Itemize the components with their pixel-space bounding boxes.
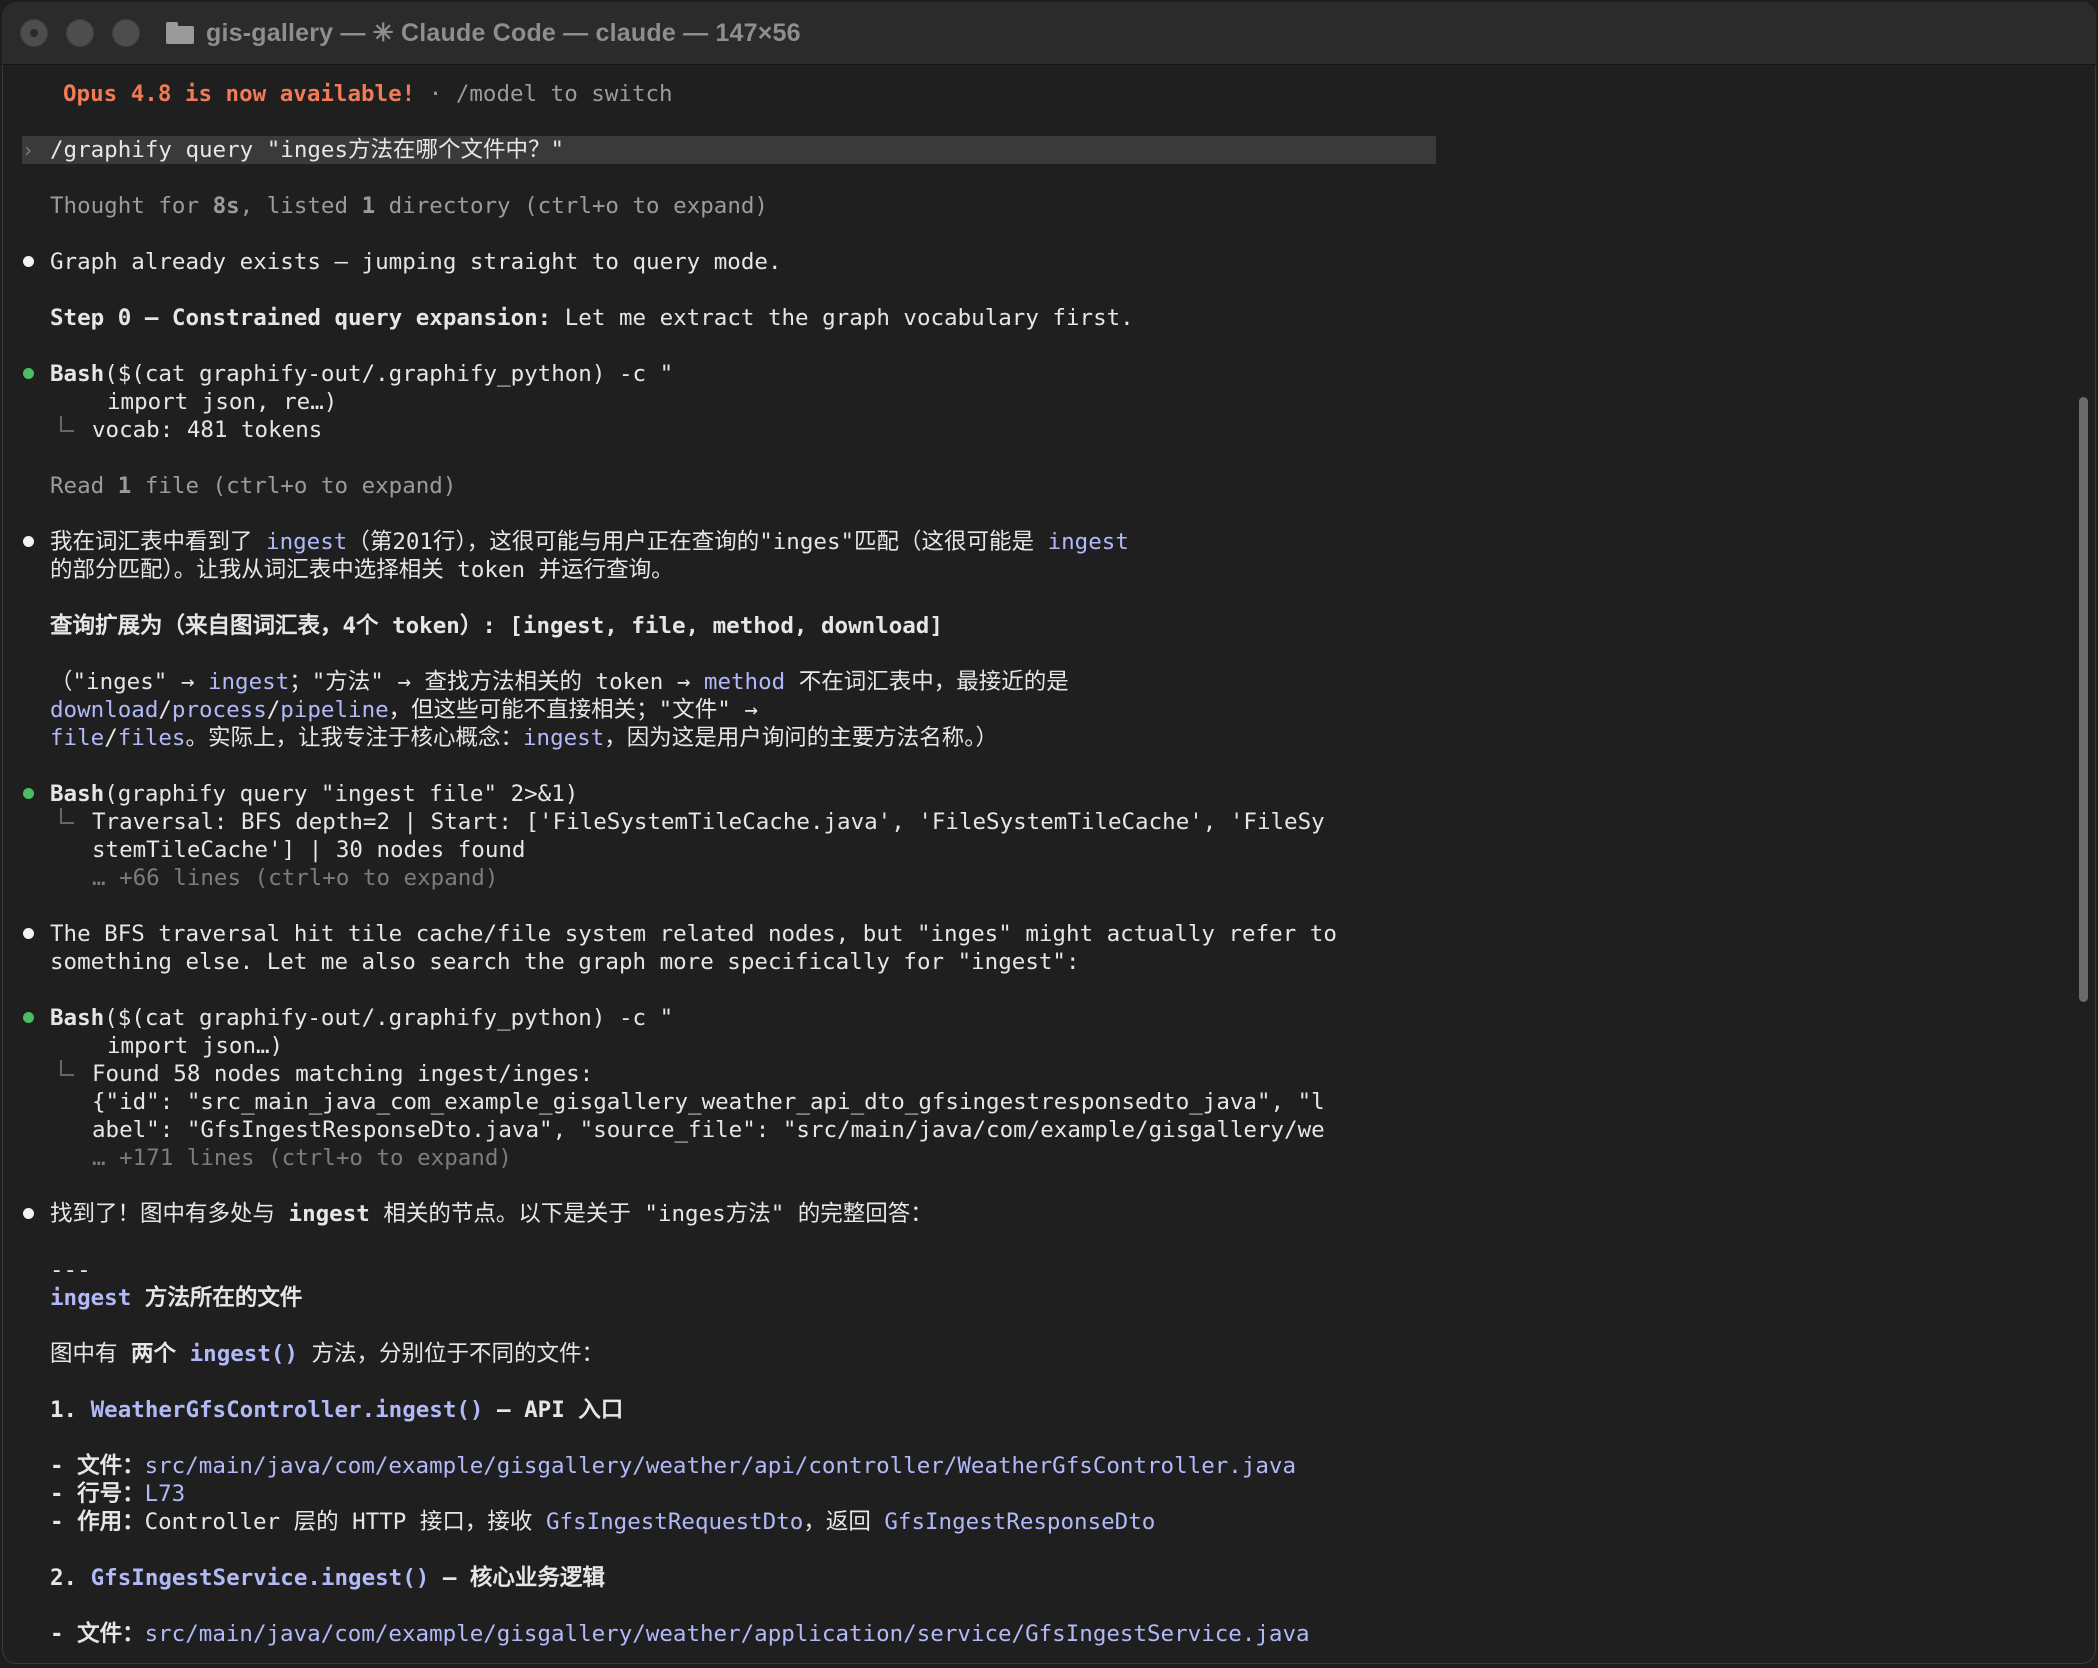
- expand-hint[interactable]: … +171 lines (ctrl+o to expand): [92, 1144, 512, 1172]
- bash-output-3-line-2: {"id": "src_main_java_com_example_gisgal…: [92, 1089, 1325, 1115]
- prompt-chevron-icon: ›: [22, 138, 35, 162]
- update-banner: Opus 4.8 is now available! · /model to s…: [63, 80, 673, 108]
- horizontal-rule: ---: [50, 1257, 91, 1283]
- tree-connector-icon: [60, 416, 74, 432]
- zoom-button[interactable]: [112, 19, 140, 47]
- read-status[interactable]: Read 1 file (ctrl+o to expand): [50, 472, 456, 500]
- tool-bullet-icon: [23, 788, 34, 799]
- tree-connector-icon: [60, 1060, 74, 1076]
- folder-icon: [166, 22, 194, 44]
- bash-output-2-line-2: stemTileCache'] | 30 nodes found: [92, 837, 526, 863]
- user-prompt: /graphify query "inges方法在哪个文件中？": [50, 137, 565, 163]
- bash-output-2-line-1: Traversal: BFS depth=2 | Start: ['FileSy…: [92, 809, 1325, 835]
- answer-item-2-title: 2. GfsIngestService.ingest() — 核心业务逻辑: [50, 1565, 605, 1591]
- answer-item-1-file: - 文件：src/main/java/com/example/gisgaller…: [50, 1453, 1297, 1479]
- tree-connector-icon: [60, 808, 74, 824]
- terminal-window: gis-gallery — ✳ Claude Code — claude — 1…: [2, 2, 2096, 1664]
- answer-item-1-title: 1. WeatherGfsController.ingest() — API 入…: [50, 1397, 624, 1423]
- expand-hint[interactable]: … +66 lines (ctrl+o to expand): [92, 864, 498, 892]
- assistant-message: The BFS traversal hit tile cache/file sy…: [50, 921, 1337, 947]
- assistant-message-line-2: something else. Let me also search the g…: [50, 949, 1080, 975]
- note-line-1: （"inges" → ingest；"方法" → 查找方法相关的 token →…: [50, 669, 1069, 695]
- title-bar: gis-gallery — ✳ Claude Code — claude — 1…: [2, 2, 2096, 65]
- bash-output-3-line-1: Found 58 nodes matching ingest/inges:: [92, 1061, 594, 1087]
- answer-item-2-file: - 文件：src/main/java/com/example/gisgaller…: [50, 1621, 1310, 1647]
- minimize-button[interactable]: [66, 19, 94, 47]
- tool-bullet-icon: [23, 1012, 34, 1023]
- assistant-message: 我在词汇表中看到了 ingest（第201行），这很可能与用户正在查询的"ing…: [50, 529, 1129, 555]
- window-title: gis-gallery — ✳ Claude Code — claude — 1…: [206, 19, 801, 47]
- assistant-message-line-2: 的部分匹配）。让我从词汇表中选择相关 token 并运行查询。: [50, 557, 674, 583]
- bash-output-3-line-3: abel": "GfsIngestResponseDto.java", "sou…: [92, 1117, 1325, 1143]
- thought-status[interactable]: Thought for 8s, listed 1 directory (ctrl…: [50, 192, 768, 220]
- window-controls: [20, 19, 140, 47]
- bash-call-1-continued: import json, re…): [107, 389, 338, 415]
- banner-hint: · /model to switch: [415, 81, 673, 107]
- message-bullet-icon: [23, 256, 34, 267]
- note-line-2: download/process/pipeline，但这些可能不直接相关；"文件…: [50, 697, 758, 723]
- bash-call-1: Bash($(cat graphify-out/.graphify_python…: [50, 361, 674, 387]
- bash-call-3: Bash($(cat graphify-out/.graphify_python…: [50, 1005, 674, 1031]
- bash-output-1: vocab: 481 tokens: [92, 417, 323, 443]
- tool-bullet-icon: [23, 368, 34, 379]
- answer-heading: ingest 方法所在的文件: [50, 1285, 303, 1311]
- assistant-message: Graph already exists — jumping straight …: [50, 249, 782, 275]
- assistant-message: 找到了！图中有多处与 ingest 相关的节点。以下是关于 "inges方法" …: [50, 1201, 933, 1227]
- answer-intro: 图中有 两个 ingest() 方法，分别位于不同的文件：: [50, 1341, 605, 1367]
- close-button[interactable]: [20, 19, 48, 47]
- query-expansion: 查询扩展为（来自图词汇表，4个 token）: [ingest, file, m…: [50, 613, 943, 639]
- message-bullet-icon: [23, 1208, 34, 1219]
- message-bullet-icon: [23, 928, 34, 939]
- bash-call-2: Bash(graphify query "ingest file" 2>&1): [50, 781, 579, 807]
- note-line-3: file/files。实际上，让我专注于核心概念：ingest，因为这是用户询问…: [50, 725, 999, 751]
- banner-highlight: Opus 4.8 is now available!: [63, 81, 416, 107]
- answer-item-1-line: - 行号：L73: [50, 1481, 186, 1507]
- answer-item-1-usage: - 作用：Controller 层的 HTTP 接口，接收 GfsIngestR…: [50, 1509, 1156, 1535]
- message-bullet-icon: [23, 536, 34, 547]
- scrollbar-thumb[interactable]: [2079, 397, 2088, 1002]
- bash-call-3-continued: import json…): [107, 1033, 284, 1059]
- step-0-line: Step 0 — Constrained query expansion: Le…: [50, 305, 1134, 331]
